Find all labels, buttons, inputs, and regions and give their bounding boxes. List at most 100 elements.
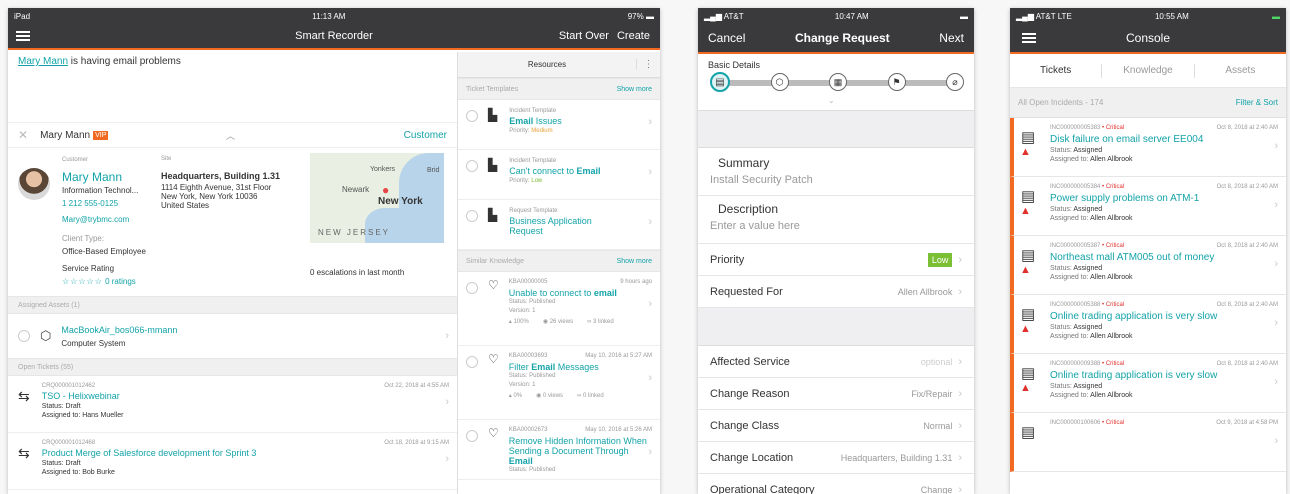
- ticket-title[interactable]: Product Merge of Salesforce development …: [42, 448, 449, 459]
- template-title-part[interactable]: Email: [577, 166, 601, 176]
- field-label: Requested For: [710, 285, 783, 298]
- kb-version: Version: 1: [508, 308, 536, 314]
- template-kind: Incident Template: [509, 108, 557, 114]
- map-label: Newark: [342, 185, 370, 194]
- client-type-value: Office-Based Employee: [62, 247, 146, 256]
- menu-icon[interactable]: [16, 31, 30, 41]
- description-field[interactable]: Description Enter a value here: [698, 196, 974, 244]
- kb-title-part[interactable]: Email: [531, 362, 555, 372]
- kb-title[interactable]: Remove Hidden Information When Sending a…: [509, 436, 647, 456]
- collapse-chevron-icon[interactable]: ︿: [226, 129, 235, 142]
- customer-email[interactable]: Mary@trybmc.com: [62, 213, 146, 226]
- assigned-prefix: Assigned to:: [1050, 156, 1091, 163]
- asset-row[interactable]: ⬡ MacBookAir_bos066-mmann Computer Syste…: [8, 314, 457, 358]
- cube-step-icon[interactable]: ⬡: [770, 73, 789, 91]
- form-field-row[interactable]: Change Reason Fix/Repair ›: [698, 378, 974, 410]
- chevron-right-icon: ›: [958, 355, 962, 368]
- knowledge-row[interactable]: ♡ KBA00000005 9 hours ago Unable to conne…: [458, 272, 660, 346]
- incident-title[interactable]: Northeast mall ATM005 out of money: [1050, 251, 1278, 264]
- customer-phone[interactable]: 1 212 555-0125: [62, 197, 146, 210]
- description-label: Description: [718, 202, 779, 216]
- incident-title[interactable]: Online trading application is very slow: [1050, 369, 1278, 382]
- description-input[interactable]: Enter a value here: [710, 220, 974, 232]
- field-value: Headquarters, Building 1.31: [840, 452, 953, 463]
- form-field-row[interactable]: Operational Category Change ›: [698, 474, 974, 494]
- cancel-button[interactable]: Cancel: [708, 31, 745, 45]
- template-row[interactable]: ▙ Request Template Business Application R…: [458, 200, 660, 250]
- kb-title-part[interactable]: email: [594, 288, 617, 298]
- template-select-radio[interactable]: [466, 160, 478, 172]
- clear-customer-icon[interactable]: ✕: [18, 128, 28, 142]
- incident-row[interactable]: ▤ ▲ INC000000009388 • Critical Oct 8, 201…: [1010, 354, 1286, 413]
- start-over-button[interactable]: Start Over: [559, 30, 609, 42]
- incident-row[interactable]: ▤ ▲ INC000000005383 • Critical Oct 8, 201…: [1010, 118, 1286, 177]
- site-map[interactable]: ● Yonkers Newark New York NEW JERSEY Bri…: [310, 153, 444, 243]
- kb-select-radio[interactable]: [466, 430, 478, 442]
- document-step-icon[interactable]: ▤: [710, 72, 730, 92]
- description-text: is having email problems: [68, 56, 181, 67]
- incident-row[interactable]: ▤ ▲ INC000000005387 • Critical Oct 8, 201…: [1010, 236, 1286, 295]
- kb-select-radio[interactable]: [466, 356, 478, 368]
- incident-row[interactable]: ▤ INC000000100606 • Critical Oct 9, 2018 …: [1010, 413, 1286, 472]
- summary-field[interactable]: Summary Install Security Patch: [698, 148, 974, 196]
- tab-assets[interactable]: Assets: [1195, 65, 1286, 76]
- field-label: Priority: [710, 253, 745, 266]
- knowledge-row[interactable]: ♡ KBA00003693 May 10, 2016 at 5:27 AM Fil…: [458, 346, 660, 420]
- form-field-row[interactable]: Priority Low ›: [698, 244, 974, 276]
- flag-step-icon[interactable]: ⚑: [887, 73, 906, 91]
- incident-title[interactable]: Disk failure on email server EE004: [1050, 133, 1278, 146]
- lightbulb-icon: ♡: [488, 352, 499, 366]
- kb-select-radio[interactable]: [466, 282, 478, 294]
- filter-sort-button[interactable]: Filter & Sort: [1236, 98, 1278, 107]
- tab-tickets[interactable]: Tickets: [1010, 65, 1101, 76]
- create-button[interactable]: Create: [617, 30, 650, 42]
- form-field-row[interactable]: Requested For Allen Allbrook ›: [698, 276, 974, 308]
- template-title-part[interactable]: Issues: [533, 116, 562, 126]
- template-title[interactable]: Business Application: [509, 216, 592, 226]
- severity: Critical: [1105, 361, 1125, 367]
- template-title-part[interactable]: Request: [509, 226, 592, 236]
- asset-select-radio[interactable]: [18, 330, 30, 342]
- incident-row[interactable]: ▤ ▲ INC000000005384 • Critical Oct 8, 201…: [1010, 177, 1286, 236]
- customer-full-name[interactable]: Mary Mann: [62, 171, 146, 184]
- asset-name[interactable]: MacBookAir_bos066-mmann: [61, 325, 177, 335]
- template-title[interactable]: Email: [509, 116, 533, 126]
- knowledge-show-more[interactable]: Show more: [617, 258, 652, 265]
- knowledge-row[interactable]: ♡ KBA00002673 May 10, 2016 at 5:26 AM Rem…: [458, 420, 660, 480]
- incident-row[interactable]: ▤ ▲ INC000000005388 • Critical Oct 8, 201…: [1010, 295, 1286, 354]
- summary-input[interactable]: Install Security Patch: [710, 174, 974, 186]
- form-field-row[interactable]: Affected Service optional ›: [698, 346, 974, 378]
- calendar-step-icon[interactable]: ▦: [829, 73, 847, 91]
- kb-title-part[interactable]: Messages: [555, 362, 599, 372]
- template-row[interactable]: ▙ Incident Template Can't connect to Ema…: [458, 150, 660, 200]
- resources-panel: Resources ⋮ Ticket Templates Show more ▙…: [457, 52, 660, 494]
- templates-show-more[interactable]: Show more: [617, 86, 652, 93]
- chevron-down-icon[interactable]: ⌄: [828, 96, 835, 105]
- template-select-radio[interactable]: [466, 210, 478, 222]
- paperclip-step-icon[interactable]: ⌀: [946, 73, 964, 91]
- service-rating-label: Service Rating: [62, 264, 115, 273]
- tab-knowledge[interactable]: Knowledge: [1102, 65, 1193, 76]
- template-select-radio[interactable]: [466, 110, 478, 122]
- chevron-right-icon: ›: [1274, 317, 1278, 329]
- description-area[interactable]: Mary Mann is having email problems: [8, 52, 457, 122]
- kb-title-part[interactable]: Email: [509, 456, 533, 466]
- menu-icon[interactable]: [1022, 33, 1036, 43]
- incident-title[interactable]: Online trading application is very slow: [1050, 310, 1278, 323]
- form-field-row[interactable]: Change Class Normal ›: [698, 410, 974, 442]
- ticket-row[interactable]: ⇆ CRQ000001012468 Product Merge of Sales…: [8, 433, 457, 490]
- kb-title[interactable]: Filter: [509, 362, 532, 372]
- customer-link[interactable]: Mary Mann: [18, 56, 68, 67]
- incident-status: Assigned: [1073, 147, 1103, 154]
- phone-console: ▂▄▆ AT&T LTE 10:55 AM ▬ Console Tickets …: [1010, 8, 1286, 494]
- form-field-row[interactable]: Change Location Headquarters, Building 1.…: [698, 442, 974, 474]
- customer-type-link[interactable]: Customer: [404, 130, 447, 141]
- ticket-row[interactable]: ⇆ CRQ000001012462 TSO - Helixwebinar Sta…: [8, 376, 457, 433]
- kb-title[interactable]: Unable to connect to: [509, 288, 594, 298]
- incident-title[interactable]: Power supply problems on ATM-1: [1050, 192, 1278, 205]
- template-title[interactable]: Can't connect to: [509, 166, 576, 176]
- ticket-title[interactable]: TSO - Helixwebinar: [42, 391, 449, 402]
- more-options-icon[interactable]: ⋮: [636, 59, 660, 70]
- next-button[interactable]: Next: [939, 31, 964, 45]
- template-row[interactable]: ▙ Incident Template Email Issues Priorit…: [458, 100, 660, 150]
